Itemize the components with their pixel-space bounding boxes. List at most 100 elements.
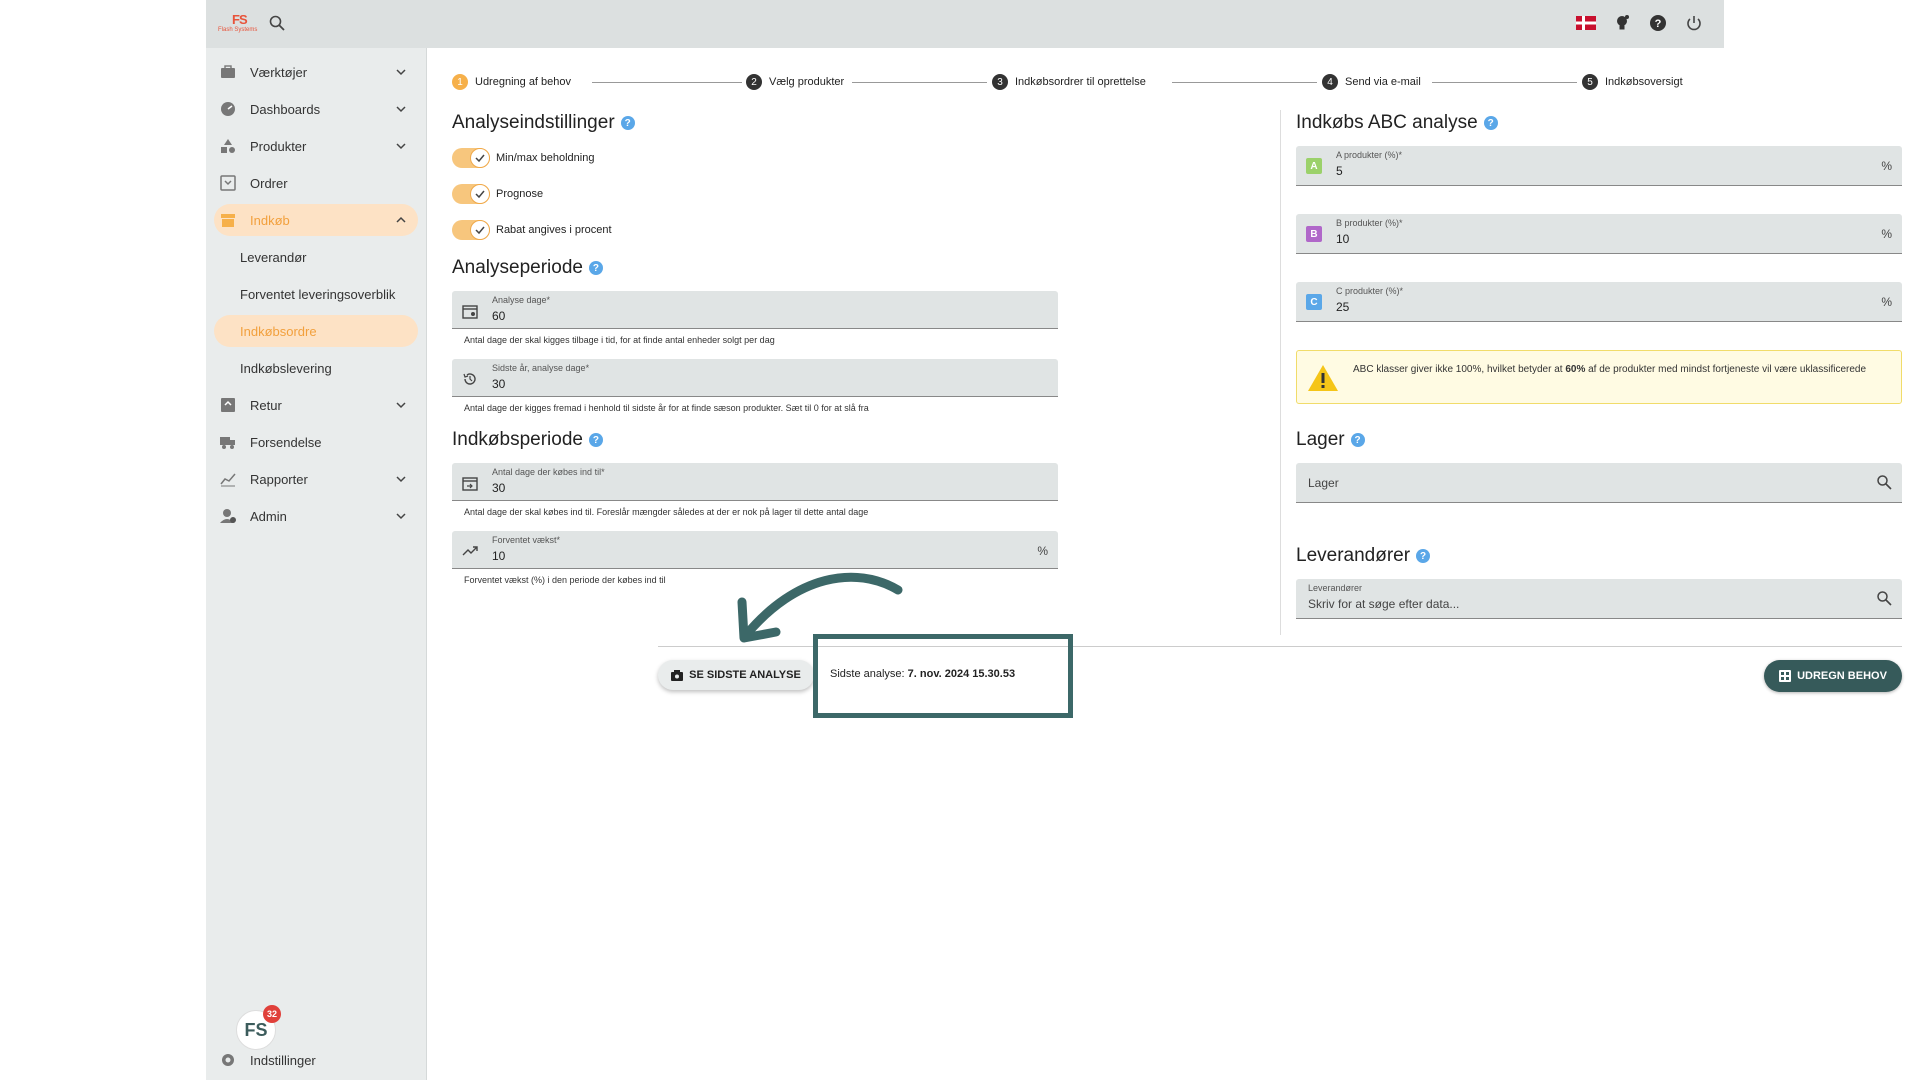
toggle-min-max[interactable]: Min/max beholdning <box>452 148 594 168</box>
step-number: 5 <box>1582 74 1598 90</box>
warning-text: ABC klasser giver ikke 100%, hvilket bet… <box>1353 363 1893 377</box>
stepper-connector <box>852 82 987 83</box>
stepper-connector <box>1172 82 1317 83</box>
toggle-prognose[interactable]: Prognose <box>452 184 543 204</box>
calendar-icon <box>462 303 478 319</box>
toggle-switch[interactable] <box>452 220 490 240</box>
sidebar-subitem-indkoebslevering[interactable]: Indkøbslevering <box>214 352 418 384</box>
sidebar-item-admin[interactable]: Admin <box>214 500 418 532</box>
trending-up-icon <box>462 543 478 559</box>
chart-icon <box>220 471 236 487</box>
app-logo[interactable]: FS Flash Systems <box>218 12 260 36</box>
column-divider <box>1280 110 1281 635</box>
section-title-abc: Indkøbs ABC analyse ? <box>1296 112 1498 134</box>
field-suffix: % <box>1881 227 1892 241</box>
toggle-switch[interactable] <box>452 148 490 168</box>
field-label: Analyse dage* <box>492 295 551 305</box>
toggle-switch[interactable] <box>452 184 490 204</box>
lager-select[interactable]: Lager <box>1296 463 1902 503</box>
chevron-down-icon <box>394 139 408 153</box>
calendar-arrow-icon <box>462 475 478 491</box>
antal-dage-field[interactable]: Antal dage der købes ind til* 30 <box>452 463 1058 501</box>
camera-icon <box>671 669 684 681</box>
section-title-text: Analyseindstillinger <box>452 112 615 133</box>
field-value: 5 <box>1336 164 1343 178</box>
search-icon[interactable] <box>268 14 286 32</box>
forventet-vaekst-field[interactable]: Forventet vækst* 10 % <box>452 531 1058 569</box>
field-suffix: % <box>1881 295 1892 309</box>
sidebar-item-dashboards[interactable]: Dashboards <box>214 93 418 125</box>
step-label: Udregning af behov <box>475 76 572 88</box>
button-label: UDREGN BEHOV <box>1797 670 1887 682</box>
check-icon <box>470 220 490 240</box>
sidebar-item-ordrer[interactable]: Ordrer <box>214 167 418 199</box>
abc-b-field[interactable]: B B produkter (%)* 10 % <box>1296 214 1902 254</box>
inbox-icon <box>220 175 236 191</box>
sidebar-item-retur[interactable]: Retur <box>214 389 418 421</box>
analyse-dage-field[interactable]: Analyse dage* 60 <box>452 291 1058 329</box>
warning-text-post: af de produkter med mindst fortjeneste v… <box>1585 364 1867 375</box>
abc-a-badge: A <box>1306 158 1322 174</box>
udregn-behov-button[interactable]: UDREGN BEHOV <box>1764 660 1902 692</box>
field-value: 10 <box>492 549 506 563</box>
field-value: 60 <box>492 309 506 323</box>
leverandoerer-search-input[interactable]: Leverandører Skriv for at søge efter dat… <box>1296 579 1902 619</box>
sidebar-subitem-label: Leverandør <box>240 249 307 265</box>
help-icon[interactable]: ? <box>588 433 603 447</box>
step-5[interactable]: 5 Indkøbsoversigt <box>1582 74 1683 90</box>
speedometer-icon <box>220 101 236 117</box>
help-icon[interactable]: ? <box>1350 433 1365 447</box>
settings-link[interactable]: Indstillinger <box>220 1052 316 1068</box>
field-value: 30 <box>492 481 506 495</box>
top-right-actions: ? <box>1576 13 1704 33</box>
step-2[interactable]: 2 Vælg produkter <box>746 74 845 90</box>
help-icon[interactable]: ? <box>1416 549 1431 563</box>
sidebar: Værktøjer Dashboards Produkter Ordrer In… <box>206 48 426 1080</box>
power-icon[interactable] <box>1684 13 1704 33</box>
help-icon[interactable]: ? <box>620 116 635 130</box>
sidebar-item-label: Forsendelse <box>250 434 322 450</box>
sidebar-subitem-indkoebsordre[interactable]: Indkøbsordre <box>214 315 418 347</box>
field-value: 25 <box>1336 300 1350 314</box>
sidebar-subitem-leverandoer[interactable]: Leverandør <box>214 241 418 273</box>
search-icon[interactable] <box>1876 474 1892 493</box>
calculator-icon <box>1779 670 1792 682</box>
sidste-aar-field[interactable]: Sidste år, analyse dage* 30 <box>452 359 1058 397</box>
avatar[interactable]: FS 32 <box>236 1005 281 1050</box>
abc-c-badge: C <box>1306 294 1322 310</box>
sidebar-item-vaerktoejer[interactable]: Værktøjer <box>214 56 418 88</box>
sidebar-item-label: Rapporter <box>250 471 308 487</box>
step-label: Vælg produkter <box>769 76 845 88</box>
toggle-rabat-procent[interactable]: Rabat angives i procent <box>452 220 612 240</box>
help-icon[interactable]: ? <box>1648 13 1668 33</box>
sidebar-item-indkoeb[interactable]: Indkøb <box>214 204 418 236</box>
abc-a-field[interactable]: A A produkter (%)* 5 % <box>1296 146 1902 186</box>
lightbulb-icon[interactable] <box>1612 13 1632 33</box>
field-hint: Antal dage der kigges fremad i henhold t… <box>464 403 869 413</box>
field-label: Leverandører <box>1308 583 1363 593</box>
warning-text-pre: ABC klasser giver ikke 100%, hvilket bet… <box>1353 364 1566 375</box>
abc-c-field[interactable]: C C produkter (%)* 25 % <box>1296 282 1902 322</box>
sidebar-item-rapporter[interactable]: Rapporter <box>214 463 418 495</box>
chevron-down-icon <box>394 65 408 79</box>
abc-warning-alert: ABC klasser giver ikke 100%, hvilket bet… <box>1296 350 1902 404</box>
step-1[interactable]: 1 Udregning af behov <box>452 74 572 90</box>
help-icon[interactable]: ? <box>588 261 603 275</box>
help-icon[interactable]: ? <box>1483 116 1498 130</box>
sidebar-item-produkter[interactable]: Produkter <box>214 130 418 162</box>
sidebar-item-forsendelse[interactable]: Forsendelse <box>214 426 418 458</box>
sidebar-subitem-forventet-leveringsoverblik[interactable]: Forventet leveringsoverblik <box>214 278 418 310</box>
logo-mark: FS <box>232 12 248 27</box>
section-title-indkoebsperiode: Indkøbsperiode ? <box>452 429 603 451</box>
field-label: B produkter (%)* <box>1336 218 1403 228</box>
danish-flag-icon[interactable] <box>1576 13 1596 33</box>
section-title-text: Indkøbs ABC analyse <box>1296 112 1478 133</box>
step-4[interactable]: 4 Send via e-mail <box>1322 74 1421 90</box>
se-sidste-analyse-button[interactable]: SE SIDSTE ANALYSE <box>658 660 814 690</box>
step-3[interactable]: 3 Indkøbsordrer til oprettelse <box>992 74 1146 90</box>
section-title-text: Leverandører <box>1296 545 1411 566</box>
search-icon[interactable] <box>1876 590 1892 609</box>
toggle-label: Prognose <box>496 188 544 200</box>
field-label: Antal dage der købes ind til* <box>492 467 605 477</box>
step-number: 3 <box>992 74 1008 90</box>
